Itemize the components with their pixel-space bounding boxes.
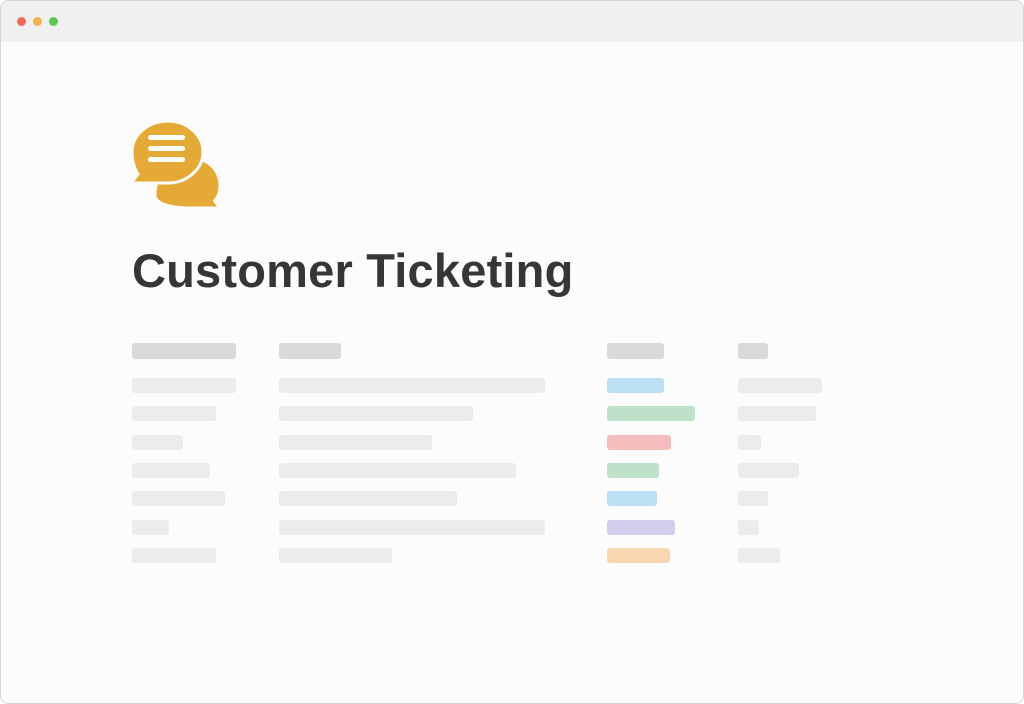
status-tag-placeholder — [607, 520, 675, 535]
cell-placeholder — [132, 435, 183, 450]
status-tag-placeholder — [607, 491, 657, 506]
cell-placeholder — [738, 463, 799, 478]
cell-placeholder — [738, 548, 780, 563]
column-header-placeholder[interactable] — [607, 343, 664, 359]
cell-placeholder — [279, 548, 392, 563]
cell-placeholder — [132, 520, 169, 535]
cell-placeholder — [738, 378, 822, 393]
status-tag-placeholder — [607, 548, 670, 563]
cell-placeholder — [279, 491, 457, 506]
cell-placeholder — [279, 463, 516, 478]
cell-placeholder — [279, 378, 545, 393]
cell-placeholder — [132, 378, 236, 393]
status-tag-placeholder — [607, 463, 659, 478]
cell-placeholder — [279, 435, 432, 450]
cell-placeholder — [279, 520, 545, 535]
column-header-placeholder[interactable] — [738, 343, 768, 359]
ticket-table — [1, 1, 1023, 703]
status-tag-placeholder — [607, 435, 671, 450]
cell-placeholder — [738, 435, 761, 450]
status-tag-placeholder — [607, 378, 664, 393]
app-window: Customer Ticketing — [0, 0, 1024, 704]
cell-placeholder — [132, 406, 216, 421]
cell-placeholder — [279, 406, 473, 421]
cell-placeholder — [132, 548, 216, 563]
status-tag-placeholder — [607, 406, 695, 421]
cell-placeholder — [738, 491, 768, 506]
cell-placeholder — [132, 463, 210, 478]
cell-placeholder — [738, 406, 816, 421]
column-header-placeholder[interactable] — [279, 343, 341, 359]
cell-placeholder — [738, 520, 759, 535]
column-header-placeholder[interactable] — [132, 343, 236, 359]
cell-placeholder — [132, 491, 225, 506]
